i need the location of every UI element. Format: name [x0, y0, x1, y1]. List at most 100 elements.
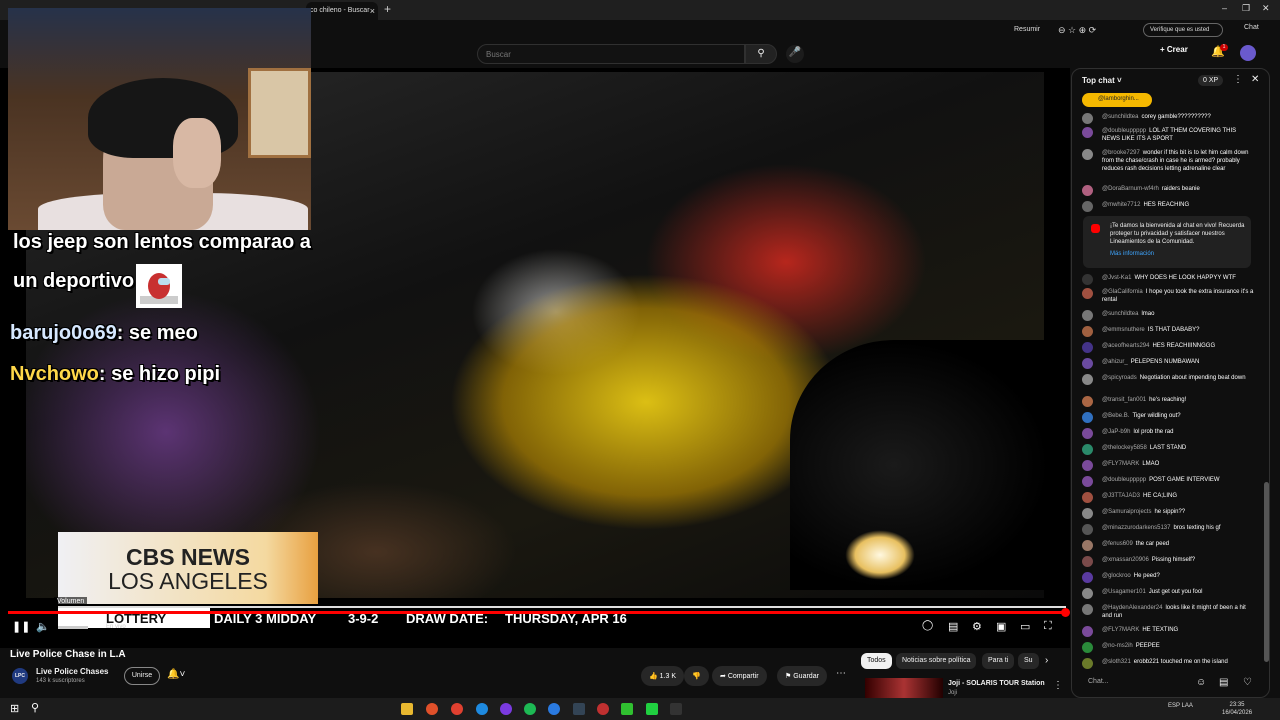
chat-message[interactable]: @Jvst-Ka1 WHY DOES HE LOOK HAPPYY WTF: [1082, 274, 1254, 285]
chat-message[interactable]: @FLY7MARK HE TEXTING: [1082, 626, 1254, 637]
chat-author[interactable]: @GlaCalifornia: [1102, 289, 1143, 295]
minimize-button[interactable]: –: [1222, 3, 1227, 13]
chip-subscriptions[interactable]: Su: [1018, 653, 1039, 669]
verify-identity-button[interactable]: Verifique que es usted: [1143, 23, 1223, 37]
chat-message[interactable]: @sloth321 erobb221 touched me on the isla…: [1082, 658, 1254, 669]
system-clock[interactable]: 23:35 16/04/2026: [1222, 701, 1252, 717]
chat-message[interactable]: @DoraBarnum-wf4rh raiders beanie: [1082, 185, 1254, 196]
chat-avatar[interactable]: [1082, 540, 1093, 551]
file-explorer-icon[interactable]: [401, 703, 413, 715]
chat-author[interactable]: @FLY7MARK: [1102, 461, 1139, 467]
search-icon[interactable]: ⚲: [745, 44, 777, 64]
edge-icon[interactable]: [476, 703, 488, 715]
chat-author[interactable]: @brooke7297: [1102, 150, 1140, 156]
chat-message[interactable]: @sunchildtea lmao: [1082, 310, 1254, 321]
chip-all[interactable]: Todos: [861, 653, 892, 669]
brave-icon[interactable]: [426, 703, 438, 715]
chat-message[interactable]: @doubleuppppp POST GAME INTERVIEW: [1082, 476, 1254, 487]
live-indicator[interactable]: En vivo: [106, 624, 126, 630]
steam-icon[interactable]: [573, 703, 585, 715]
chat-avatar[interactable]: [1082, 396, 1093, 407]
chat-mode-dropdown[interactable]: Top chat ˅: [1082, 76, 1122, 85]
chat-author[interactable]: @sunchildtea: [1102, 311, 1138, 317]
dislike-button[interactable]: 👎: [684, 666, 709, 686]
chat-author[interactable]: @doubleuppppp: [1102, 477, 1146, 483]
taskbar-search-icon[interactable]: ⚲: [31, 701, 39, 714]
chat-author[interactable]: @J3TTAJAD3: [1102, 493, 1140, 499]
recommended-channel[interactable]: Joji: [948, 690, 957, 696]
chat-avatar[interactable]: [1082, 556, 1093, 567]
tab-close-icon[interactable]: ×: [370, 6, 375, 16]
chat-avatar[interactable]: [1082, 310, 1093, 321]
chat-author[interactable]: @minazzurodarkens5137: [1102, 525, 1170, 531]
chrome-icon[interactable]: [451, 703, 463, 715]
chat-menu-icon[interactable]: ⋮: [1233, 74, 1243, 85]
windows-start-icon[interactable]: ⊞: [10, 702, 19, 715]
chat-message[interactable]: @Bebe.B. Tiger wildling out?: [1082, 412, 1254, 423]
chat-message[interactable]: @mwhite7712 HES REACHING: [1082, 201, 1254, 212]
chat-message[interactable]: @emmsnuthere IS THAT DABABY?: [1082, 326, 1254, 337]
chat-author[interactable]: @transit_fan001: [1102, 397, 1146, 403]
chat-message[interactable]: @transit_fan001 he's reaching!: [1082, 396, 1254, 407]
media-icon[interactable]: [621, 703, 633, 715]
chat-input[interactable]: Chat...: [1082, 674, 1190, 692]
chat-message[interactable]: @brooke7297 wonder if this bit is to let …: [1082, 149, 1254, 173]
chat-author[interactable]: @ahizur_: [1102, 359, 1128, 365]
chat-message[interactable]: @Usagamer101 Just get out you fool: [1082, 588, 1254, 599]
chat-avatar[interactable]: [1082, 460, 1093, 471]
chat-avatar[interactable]: [1082, 428, 1093, 439]
account-avatar[interactable]: [1240, 45, 1256, 61]
channel-name[interactable]: Live Police Chases: [36, 667, 108, 676]
chat-author[interactable]: @sloth321: [1102, 659, 1131, 665]
volume-slider[interactable]: [58, 626, 88, 629]
chat-message[interactable]: @doubleuppppp LOL AT THEM COVERING THIS N…: [1082, 127, 1254, 143]
chat-message[interactable]: @spicyroads Negotiation about impending b…: [1082, 374, 1254, 385]
chat-scrollbar[interactable]: [1264, 482, 1269, 662]
pause-icon[interactable]: ❚❚: [12, 620, 30, 633]
like-button[interactable]: 👍 1.3 K: [641, 666, 685, 686]
chat-author[interactable]: @emmsnuthere: [1102, 327, 1145, 333]
chip-politics[interactable]: Noticias sobre política: [896, 653, 977, 669]
chat-avatar[interactable]: [1082, 626, 1093, 637]
chat-avatar[interactable]: [1082, 326, 1093, 337]
chat-avatar[interactable]: [1082, 572, 1093, 583]
chat-author[interactable]: @Usagamer101: [1102, 589, 1146, 595]
app-icon-dark[interactable]: [670, 703, 682, 715]
cast-icon[interactable]: ▭: [1020, 620, 1030, 633]
save-button[interactable]: ⚑ Guardar: [777, 666, 827, 686]
join-button[interactable]: Unirse: [124, 667, 160, 685]
chat-avatar[interactable]: [1082, 149, 1093, 160]
chat-avatar[interactable]: [1082, 412, 1093, 423]
microphone-icon[interactable]: 🎤: [786, 45, 804, 63]
chat-message[interactable]: @sunchildtea corey gamble??????????: [1082, 113, 1254, 124]
chat-message[interactable]: @ahizur_ PELEPENS NUMBAWAN: [1082, 358, 1254, 369]
chat-message[interactable]: @GlaCalifornia I hope you took the extra …: [1082, 288, 1254, 304]
chat-author[interactable]: @Samuraiprojects: [1102, 509, 1151, 515]
xp-badge[interactable]: 0 XP: [1198, 75, 1224, 86]
chat-avatar[interactable]: [1082, 658, 1093, 669]
chat-message[interactable]: @aceofhearts294 HES REACHIIINNGGG: [1082, 342, 1254, 353]
chat-author[interactable]: @DoraBarnum-wf4rh: [1102, 186, 1159, 192]
chat-author[interactable]: @HaydenAlexander24: [1102, 605, 1162, 611]
chat-avatar[interactable]: [1082, 288, 1093, 299]
system-tray[interactable]: ESP LAA: [1168, 703, 1193, 709]
recommended-thumbnail[interactable]: [865, 678, 943, 700]
discord-icon[interactable]: [500, 703, 512, 715]
chat-avatar[interactable]: [1082, 185, 1093, 196]
progress-bar[interactable]: [8, 611, 1066, 614]
chat-author[interactable]: @FLY7MARK: [1102, 627, 1139, 633]
recommended-menu-icon[interactable]: ⋮: [1053, 680, 1063, 691]
new-tab-button[interactable]: +: [384, 2, 391, 16]
chat-avatar[interactable]: [1082, 201, 1093, 212]
volume-icon[interactable]: 🔈: [36, 620, 50, 633]
chat-avatar[interactable]: [1082, 588, 1093, 599]
autoplay-toggle-icon[interactable]: ◯: [922, 620, 933, 631]
chat-message[interactable]: @HaydenAlexander24 looks like it might of…: [1082, 604, 1254, 620]
close-chat-icon[interactable]: ✕: [1251, 74, 1259, 85]
spotify-icon[interactable]: [524, 703, 536, 715]
chat-author[interactable]: @no-ms2ih: [1102, 643, 1133, 649]
browser-chat-button[interactable]: Chat: [1244, 24, 1259, 31]
chat-message[interactable]: @J3TTAJAD3 HE CA;LING: [1082, 492, 1254, 503]
chat-author[interactable]: @JaP-b9h: [1102, 429, 1130, 435]
chat-message[interactable]: @fenus609 the car peed: [1082, 540, 1254, 551]
